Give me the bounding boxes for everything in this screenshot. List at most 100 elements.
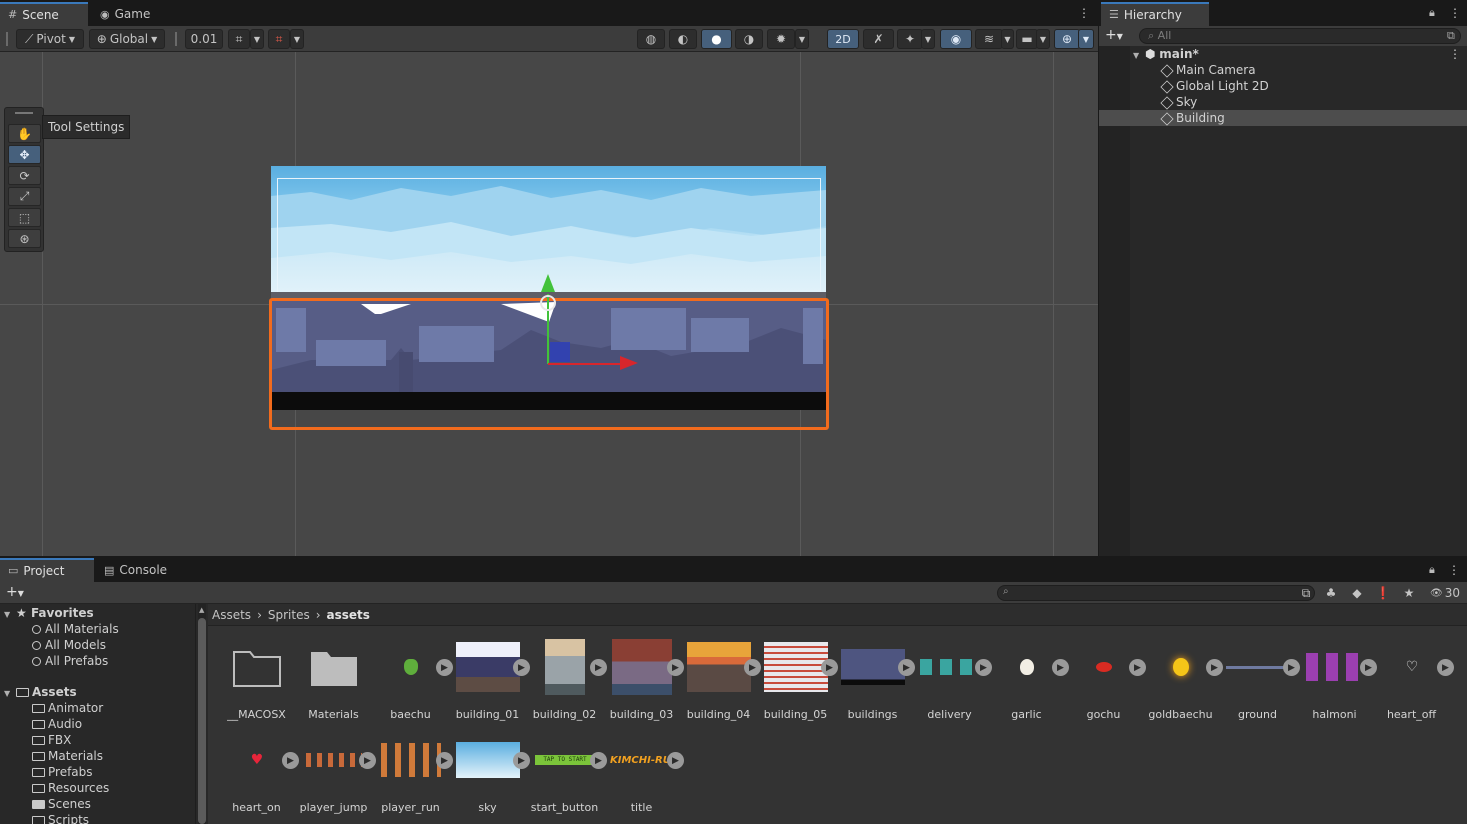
asset-item[interactable]: ▶ building_04 [680, 638, 761, 728]
asset-item[interactable]: ▶ building_01 [449, 638, 530, 728]
asset-item[interactable]: ♥ ▶ heart_on [218, 731, 299, 821]
asset-item[interactable]: ▶ baechu [372, 638, 453, 728]
gizmo-x-axis[interactable] [548, 363, 620, 365]
scene-tab-menu-icon[interactable]: ⋮ [1078, 6, 1090, 20]
tree-scrollbar[interactable]: ▲ [198, 604, 206, 824]
hand-tool-button[interactable]: ✋ [8, 124, 41, 143]
tree-folder-prefabs[interactable]: Prefabs [32, 764, 93, 780]
shaded-button[interactable]: ● [701, 29, 732, 49]
debug-draw-dropdown[interactable]: ▼ [795, 29, 809, 49]
tree-folder-fbx[interactable]: FBX [32, 732, 71, 748]
search-by-type-icon[interactable]: ⧉ [1298, 584, 1314, 602]
effects-dropdown[interactable]: ▼ [921, 29, 935, 49]
hierarchy-item-main-camera[interactable]: Main Camera [1099, 62, 1467, 78]
tree-item-all-models[interactable]: All Models [32, 637, 106, 653]
grid-snap-button[interactable]: ⌗ [228, 29, 250, 49]
asset-item[interactable]: ▶ player_run [372, 731, 453, 821]
debug-draw-button[interactable]: ✹ [767, 29, 795, 49]
layers-button[interactable]: ≋ [975, 29, 1003, 49]
tree-item-all-prefabs[interactable]: All Prefabs [32, 653, 108, 669]
transform-tool-button[interactable]: ⊛ [8, 229, 41, 248]
hierarchy-search-input[interactable]: ⌕ All [1139, 28, 1461, 44]
gizmo-x-arrow[interactable] [620, 356, 638, 370]
play-icon[interactable]: ▶ [667, 752, 684, 769]
tree-folder-materials[interactable]: Materials [32, 748, 103, 764]
asset-item[interactable]: ▶ ground [1219, 638, 1300, 728]
asset-item[interactable]: Materials [295, 638, 372, 728]
hidden-packages-toggle[interactable]: 👁︎ 30 [1426, 584, 1464, 602]
star-icon[interactable]: ★ [1400, 584, 1418, 602]
asset-item[interactable]: ▶ building_05 [757, 638, 838, 728]
scene-visibility-toggle[interactable]: ◉ [940, 29, 972, 49]
breadcrumb-item[interactable]: Assets [212, 608, 251, 622]
rotate-tool-button[interactable]: ⟳ [8, 166, 41, 185]
asset-item[interactable]: ▶ garlic [988, 638, 1069, 728]
toolbar-grip[interactable] [175, 32, 177, 46]
hierarchy-item-sky[interactable]: Sky [1099, 94, 1467, 110]
grid-visibility-dropdown[interactable]: ▼ [290, 29, 304, 49]
audio-toggle[interactable]: ✦ [897, 29, 923, 49]
tree-folder-resources[interactable]: Resources [32, 780, 109, 796]
asset-item[interactable]: ▶ goldbaechu [1142, 638, 1223, 728]
grid-snap-dropdown[interactable]: ▼ [250, 29, 264, 49]
tree-item-all-materials[interactable]: All Materials [32, 621, 119, 637]
scroll-up-arrow-icon[interactable]: ▲ [199, 606, 204, 614]
project-search-input[interactable]: ⌕ [997, 585, 1315, 601]
kebab-menu-icon[interactable]: ⋮ [1448, 563, 1460, 577]
asset-item[interactable]: ▶ gochu [1065, 638, 1146, 728]
hierarchy-item-building[interactable]: Building [1099, 110, 1467, 126]
asset-item[interactable]: ▶ building_03 [603, 638, 684, 728]
add-object-button[interactable]: +▼ [1105, 27, 1123, 43]
asset-item[interactable]: __MACOSX [218, 638, 295, 728]
tree-scrollbar-thumb[interactable] [198, 618, 206, 824]
label-tag-icon[interactable]: ◆ [1348, 584, 1366, 602]
tab-console[interactable]: ▤ Console [96, 558, 175, 582]
hierarchy-scene-row[interactable]: ▼ ⬢ main* ⋮ [1099, 46, 1467, 62]
tree-assets[interactable]: ▼ Assets [4, 684, 77, 700]
toolbar-grip[interactable] [6, 32, 8, 46]
play-icon[interactable]: ▶ [1437, 659, 1454, 676]
tree-folder-scenes[interactable]: Scenes [32, 796, 91, 812]
gizmos-dropdown[interactable]: ▼ [1078, 29, 1094, 49]
asset-item[interactable]: ▶ buildings [834, 638, 915, 728]
log-warning-icon[interactable]: ❗ [1374, 584, 1392, 602]
tab-game[interactable]: ◉ Game [92, 2, 158, 26]
create-asset-button[interactable]: +▼ [6, 584, 24, 600]
palette-grip[interactable] [15, 112, 33, 114]
lighting-toggle[interactable]: ✗ [863, 29, 894, 49]
shaded-wireframe-button[interactable]: ◐ [669, 29, 697, 49]
tab-project[interactable]: ▭ Project [0, 558, 94, 582]
tree-folder-scripts[interactable]: Scripts [32, 812, 89, 824]
tree-favorites[interactable]: ▼ ★ Favorites [4, 605, 94, 621]
gizmo-xy-plane-handle[interactable] [550, 342, 570, 362]
layers-dropdown[interactable]: ▼ [1001, 29, 1014, 49]
scene-viewport[interactable]: ✋ ✥ ⟳ ⤢ ⬚ ⊛ Tool Settings ✥ ☰ ⌗ ● ≋ ⌕ ▣ … [0, 52, 1098, 556]
asset-item[interactable]: ♡ ▶ heart_off [1373, 638, 1454, 728]
lock-icon[interactable]: 🔒︎ [1429, 6, 1435, 20]
search-options-icon[interactable]: ⧉ [1447, 29, 1455, 43]
global-dropdown[interactable]: ⊕ Global ▼ [89, 29, 165, 49]
tree-folder-animator[interactable]: Animator [32, 700, 103, 716]
asset-item[interactable]: ▶ building_02 [526, 638, 607, 728]
kebab-menu-icon[interactable]: ⋮ [1449, 6, 1461, 20]
tab-scene[interactable]: # Scene [0, 2, 88, 26]
kebab-menu-icon[interactable]: ⋮ [1449, 46, 1461, 62]
unlit-shading-button[interactable]: ◑ [735, 29, 763, 49]
wireframe-shading-button[interactable]: ◍ [637, 29, 665, 49]
pivot-dropdown[interactable]: ⟋ Pivot ▼ [16, 29, 84, 49]
hierarchy-item-global-light[interactable]: Global Light 2D [1099, 78, 1467, 94]
camera-settings-button[interactable]: ▬ [1016, 29, 1038, 49]
tab-hierarchy[interactable]: ☰ Hierarchy [1101, 2, 1209, 26]
snap-increment-field[interactable]: 0.01 [185, 29, 223, 49]
asset-item[interactable]: ▶ halmoni [1296, 638, 1377, 728]
asset-item[interactable]: ▶ delivery [911, 638, 992, 728]
grid-visibility-button[interactable]: ⌗ [268, 29, 290, 49]
tree-folder-audio[interactable]: Audio [32, 716, 82, 732]
scale-tool-button[interactable]: ⤢ [8, 187, 41, 206]
breadcrumb-item[interactable]: Sprites [268, 608, 310, 622]
rect-tool-button[interactable]: ⬚ [8, 208, 41, 227]
asset-item[interactable]: TAP TO START ▶ start_button [526, 731, 607, 821]
asset-item[interactable]: ▶ player_jump [295, 731, 376, 821]
asset-item[interactable]: KIMCHI-RU ▶ title [603, 731, 684, 821]
gizmo-y-arrow[interactable] [541, 274, 555, 292]
